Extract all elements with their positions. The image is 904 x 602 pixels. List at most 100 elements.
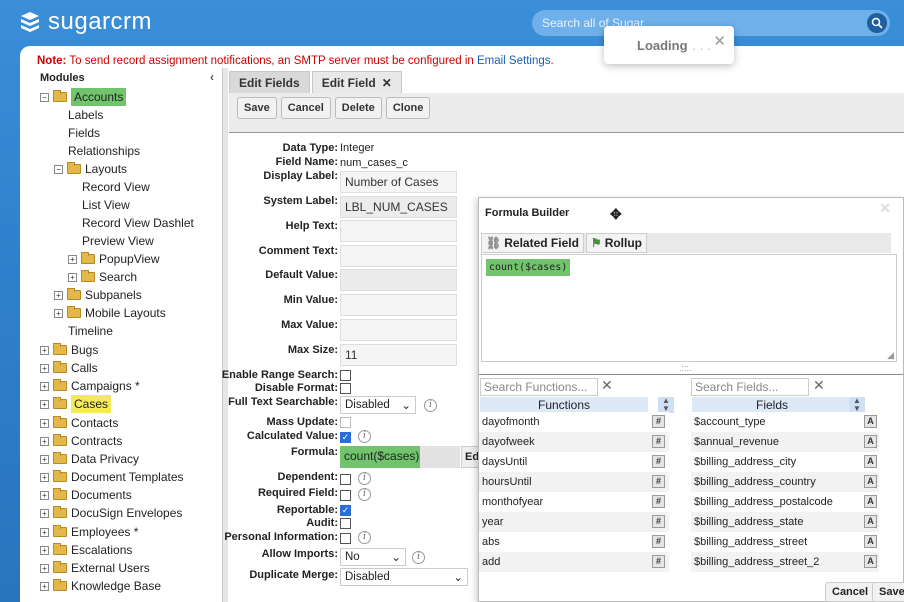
plus-icon[interactable]: +	[40, 436, 49, 446]
function-item[interactable]: dayofmonth	[479, 412, 669, 432]
search-icon[interactable]	[867, 13, 887, 33]
cancel-button[interactable]: Cancel	[825, 582, 876, 602]
allow-imports-select[interactable]: No ⌄	[340, 548, 406, 566]
info-icon[interactable]: i	[424, 399, 437, 412]
cancel-button[interactable]: Cancel	[280, 97, 331, 119]
field-item[interactable]: $billing_address_street	[691, 532, 879, 552]
function-item[interactable]: monthofyear	[479, 492, 669, 512]
plus-icon[interactable]: +	[40, 472, 49, 482]
info-icon[interactable]: i	[358, 430, 371, 443]
plus-icon[interactable]: +	[40, 581, 49, 591]
tree-item-knowledge-base[interactable]: + Knowledge Base	[40, 577, 161, 595]
tab-edit-fields[interactable]: Edit Fields	[229, 71, 310, 93]
close-icon[interactable]: ✕	[713, 32, 726, 50]
tab-edit-field[interactable]: Edit Field ✕	[311, 71, 402, 93]
field-item[interactable]: $billing_address_city	[691, 452, 879, 472]
clear-icon[interactable]: ✕	[601, 377, 613, 394]
tree-item-timeline[interactable]: Timeline	[68, 322, 113, 340]
enable-range-checkbox[interactable]	[340, 370, 351, 381]
email-settings-link[interactable]: Email Settings	[477, 55, 551, 67]
info-icon[interactable]: i	[412, 551, 425, 564]
function-item[interactable]: add	[479, 552, 669, 572]
disable-format-checkbox[interactable]	[340, 383, 351, 394]
tree-item-relationships[interactable]: Relationships	[68, 142, 140, 160]
tree-item-data-privacy[interactable]: + Data Privacy	[40, 450, 139, 468]
tree-item-contacts[interactable]: + Contacts	[40, 414, 118, 432]
tree-item-cases[interactable]: + Cases	[40, 395, 112, 413]
display-label-input[interactable]: Number of Cases	[340, 171, 457, 193]
function-item[interactable]: abs	[479, 532, 669, 552]
tree-item-labels[interactable]: Labels	[68, 106, 103, 124]
tree-item-search[interactable]: + Search	[68, 268, 137, 286]
functions-column-header[interactable]: Functions	[480, 397, 648, 413]
tree-item-external-users[interactable]: + External Users	[40, 559, 150, 577]
plus-icon[interactable]: +	[40, 418, 49, 428]
tree-item-preview-view[interactable]: Preview View	[82, 232, 154, 250]
tree-item-campaigns[interactable]: + Campaigns *	[40, 377, 140, 395]
plus-icon[interactable]: +	[54, 290, 63, 300]
close-tab-icon[interactable]: ✕	[382, 76, 392, 90]
info-icon[interactable]: i	[358, 488, 371, 501]
delete-button[interactable]: Delete	[334, 97, 382, 119]
sort-icon[interactable]: ▲ ▼	[658, 397, 674, 413]
tree-item-employees[interactable]: + Employees *	[40, 523, 138, 541]
sugarcrm-logo[interactable]: sugarcrm	[18, 8, 152, 36]
tree-item-bugs[interactable]: + Bugs	[40, 341, 98, 359]
plus-icon[interactable]: +	[54, 308, 63, 318]
tree-item-document-templates[interactable]: + Document Templates	[40, 468, 184, 486]
field-item[interactable]: $billing_address_street_2	[691, 552, 879, 572]
field-item[interactable]: $account_type	[691, 412, 879, 432]
plus-icon[interactable]: +	[40, 454, 49, 464]
formula-input[interactable]: count($cases)	[340, 446, 420, 468]
function-item[interactable]: year	[479, 512, 669, 532]
move-icon[interactable]: ✥	[610, 206, 622, 223]
max-value-input[interactable]	[340, 319, 457, 341]
function-item[interactable]: dayofweek	[479, 432, 669, 452]
function-item[interactable]: hoursUntil	[479, 472, 669, 492]
tree-item-documents[interactable]: + Documents	[40, 486, 132, 504]
tree-item-docusign-envelopes[interactable]: + DocuSign Envelopes	[40, 504, 182, 522]
plus-icon[interactable]: +	[40, 399, 49, 409]
plus-icon[interactable]: +	[40, 527, 49, 537]
save-button[interactable]: Save	[872, 582, 904, 602]
plus-icon[interactable]: +	[68, 272, 77, 282]
tree-item-calls[interactable]: + Calls	[40, 359, 98, 377]
field-item[interactable]: $billing_address_country	[691, 472, 879, 492]
close-icon[interactable]: ✕	[879, 200, 891, 217]
audit-checkbox[interactable]	[340, 518, 351, 529]
tree-item-popupview[interactable]: + PopupView	[68, 250, 160, 268]
function-item[interactable]: daysUntil	[479, 452, 669, 472]
formula-editor[interactable]: count($cases) ◢	[481, 254, 897, 362]
resize-grip-icon[interactable]: ◢	[887, 350, 894, 361]
rollup-button[interactable]: ⚑ Rollup	[585, 233, 648, 253]
clear-icon[interactable]: ✕	[813, 377, 825, 394]
plus-icon[interactable]: +	[40, 363, 49, 373]
plus-icon[interactable]: +	[40, 490, 49, 500]
tree-item-accounts[interactable]: − Accounts	[40, 88, 127, 106]
tree-item-record-view-dashlet[interactable]: Record View Dashlet	[82, 214, 194, 232]
pane-splitter[interactable]	[223, 68, 228, 602]
tree-item-subpanels[interactable]: + Subpanels	[54, 286, 142, 304]
help-text-input[interactable]	[340, 220, 457, 242]
required-checkbox[interactable]	[340, 490, 351, 501]
tree-item-mobile-layouts[interactable]: + Mobile Layouts	[54, 304, 166, 322]
plus-icon[interactable]: +	[68, 254, 77, 264]
dialog-header[interactable]: Formula Builder ✥ ✕	[479, 198, 903, 228]
comment-text-input[interactable]	[340, 245, 457, 267]
info-icon[interactable]: i	[358, 531, 371, 544]
tree-item-layouts[interactable]: − Layouts	[54, 160, 127, 178]
field-item[interactable]: $billing_address_postalcode	[691, 492, 879, 512]
plus-icon[interactable]: +	[40, 545, 49, 555]
sort-icon[interactable]: ▲ ▼	[849, 397, 865, 413]
dependent-checkbox[interactable]	[340, 474, 351, 485]
plus-icon[interactable]: +	[40, 563, 49, 573]
plus-icon[interactable]: +	[40, 381, 49, 391]
drag-handle-icon[interactable]: .:::.	[679, 363, 692, 373]
minus-icon[interactable]: −	[54, 164, 63, 174]
clone-button[interactable]: Clone	[385, 97, 431, 119]
mass-update-checkbox[interactable]	[340, 417, 351, 428]
collapse-left-icon[interactable]: ‹	[210, 70, 214, 84]
plus-icon[interactable]: +	[40, 508, 49, 518]
min-value-input[interactable]	[340, 294, 457, 316]
max-size-input[interactable]: 11	[340, 344, 457, 366]
